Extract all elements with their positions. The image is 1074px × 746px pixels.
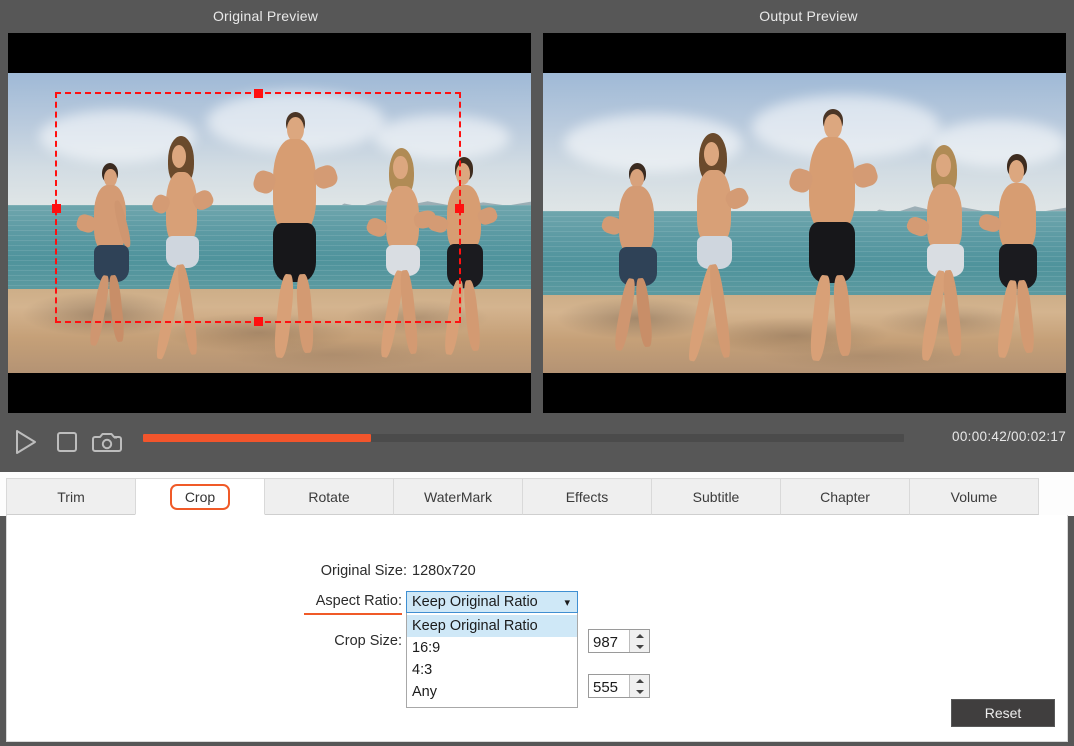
- aspect-ratio-option[interactable]: Keep Original Ratio: [407, 615, 577, 637]
- tab-chapter[interactable]: Chapter: [780, 478, 910, 515]
- aspect-ratio-select[interactable]: Keep Original Ratio ▾: [406, 591, 578, 613]
- tab-watermark[interactable]: WaterMark: [393, 478, 523, 515]
- aspect-ratio-label: Aspect Ratio:: [315, 593, 402, 609]
- person-2-output: [674, 133, 758, 367]
- reset-button[interactable]: Reset: [951, 699, 1055, 727]
- tab-active-highlight: Crop: [169, 484, 231, 510]
- person-3: [249, 112, 343, 359]
- tab-subtitle[interactable]: Subtitle: [651, 478, 781, 515]
- crop-panel: Original Size: 1280x720 Aspect Ratio: Cr…: [6, 515, 1068, 742]
- person-5-output: [976, 154, 1061, 359]
- aspect-ratio-option-list[interactable]: Keep Original Ratio 16:9 4:3 Any: [406, 613, 578, 708]
- aspect-ratio-underline: [304, 613, 402, 615]
- preview-area: Original Preview Output Preview: [0, 0, 1074, 472]
- output-preview-title: Output Preview: [759, 8, 858, 24]
- person-5: [426, 157, 504, 356]
- tab-volume[interactable]: Volume: [909, 478, 1039, 515]
- original-preview-player[interactable]: [8, 33, 531, 413]
- crop-height-increment[interactable]: [630, 675, 649, 686]
- crop-width-increment[interactable]: [630, 630, 649, 641]
- play-icon[interactable]: [8, 425, 42, 459]
- person-1-output: [599, 163, 679, 355]
- tab-effects[interactable]: Effects: [522, 478, 652, 515]
- original-video-frame: [8, 73, 531, 373]
- person-4-output: [904, 145, 988, 362]
- crop-width-decrement[interactable]: [630, 641, 649, 652]
- crop-height-spin-buttons[interactable]: [629, 675, 649, 697]
- aspect-ratio-option[interactable]: 16:9: [407, 637, 577, 659]
- crop-height-decrement[interactable]: [630, 686, 649, 697]
- person-1: [75, 163, 149, 349]
- person-3-output: [784, 109, 883, 362]
- aspect-ratio-selected-value: Keep Original Ratio: [412, 594, 538, 610]
- aspect-ratio-option[interactable]: Any: [407, 681, 577, 703]
- crop-width-stepper[interactable]: [588, 629, 650, 654]
- crop-size-label: Crop Size:: [334, 633, 402, 649]
- original-preview-title: Original Preview: [212, 8, 319, 24]
- tab-trim[interactable]: Trim: [6, 478, 136, 515]
- chevron-down-icon: ▾: [564, 597, 570, 609]
- tab-strip: Trim Crop Rotate WaterMark Effects Subtitle Ch…: [0, 472, 1074, 516]
- stop-icon[interactable]: [50, 425, 84, 459]
- tabs: Trim Crop Rotate WaterMark Effects Subtitle Ch…: [6, 478, 1039, 515]
- output-video-frame: [543, 73, 1066, 373]
- tab-crop[interactable]: Crop: [135, 478, 265, 515]
- crop-width-spin-buttons[interactable]: [629, 630, 649, 652]
- original-size-value: 1280x720: [412, 563, 476, 579]
- seek-bar-fill: [143, 434, 372, 442]
- camera-icon[interactable]: [90, 425, 124, 459]
- seek-bar[interactable]: [143, 434, 904, 442]
- person-2: [144, 136, 222, 364]
- crop-height-stepper[interactable]: [588, 674, 650, 699]
- aspect-ratio-option[interactable]: 4:3: [407, 659, 577, 681]
- transport-controls: 00:00:42/00:02:17: [0, 418, 1074, 466]
- timecode-display: 00:00:42/00:02:17: [952, 429, 1066, 444]
- tab-rotate[interactable]: Rotate: [264, 478, 394, 515]
- output-preview-player[interactable]: [543, 33, 1066, 413]
- original-size-label: Original Size:: [320, 563, 407, 579]
